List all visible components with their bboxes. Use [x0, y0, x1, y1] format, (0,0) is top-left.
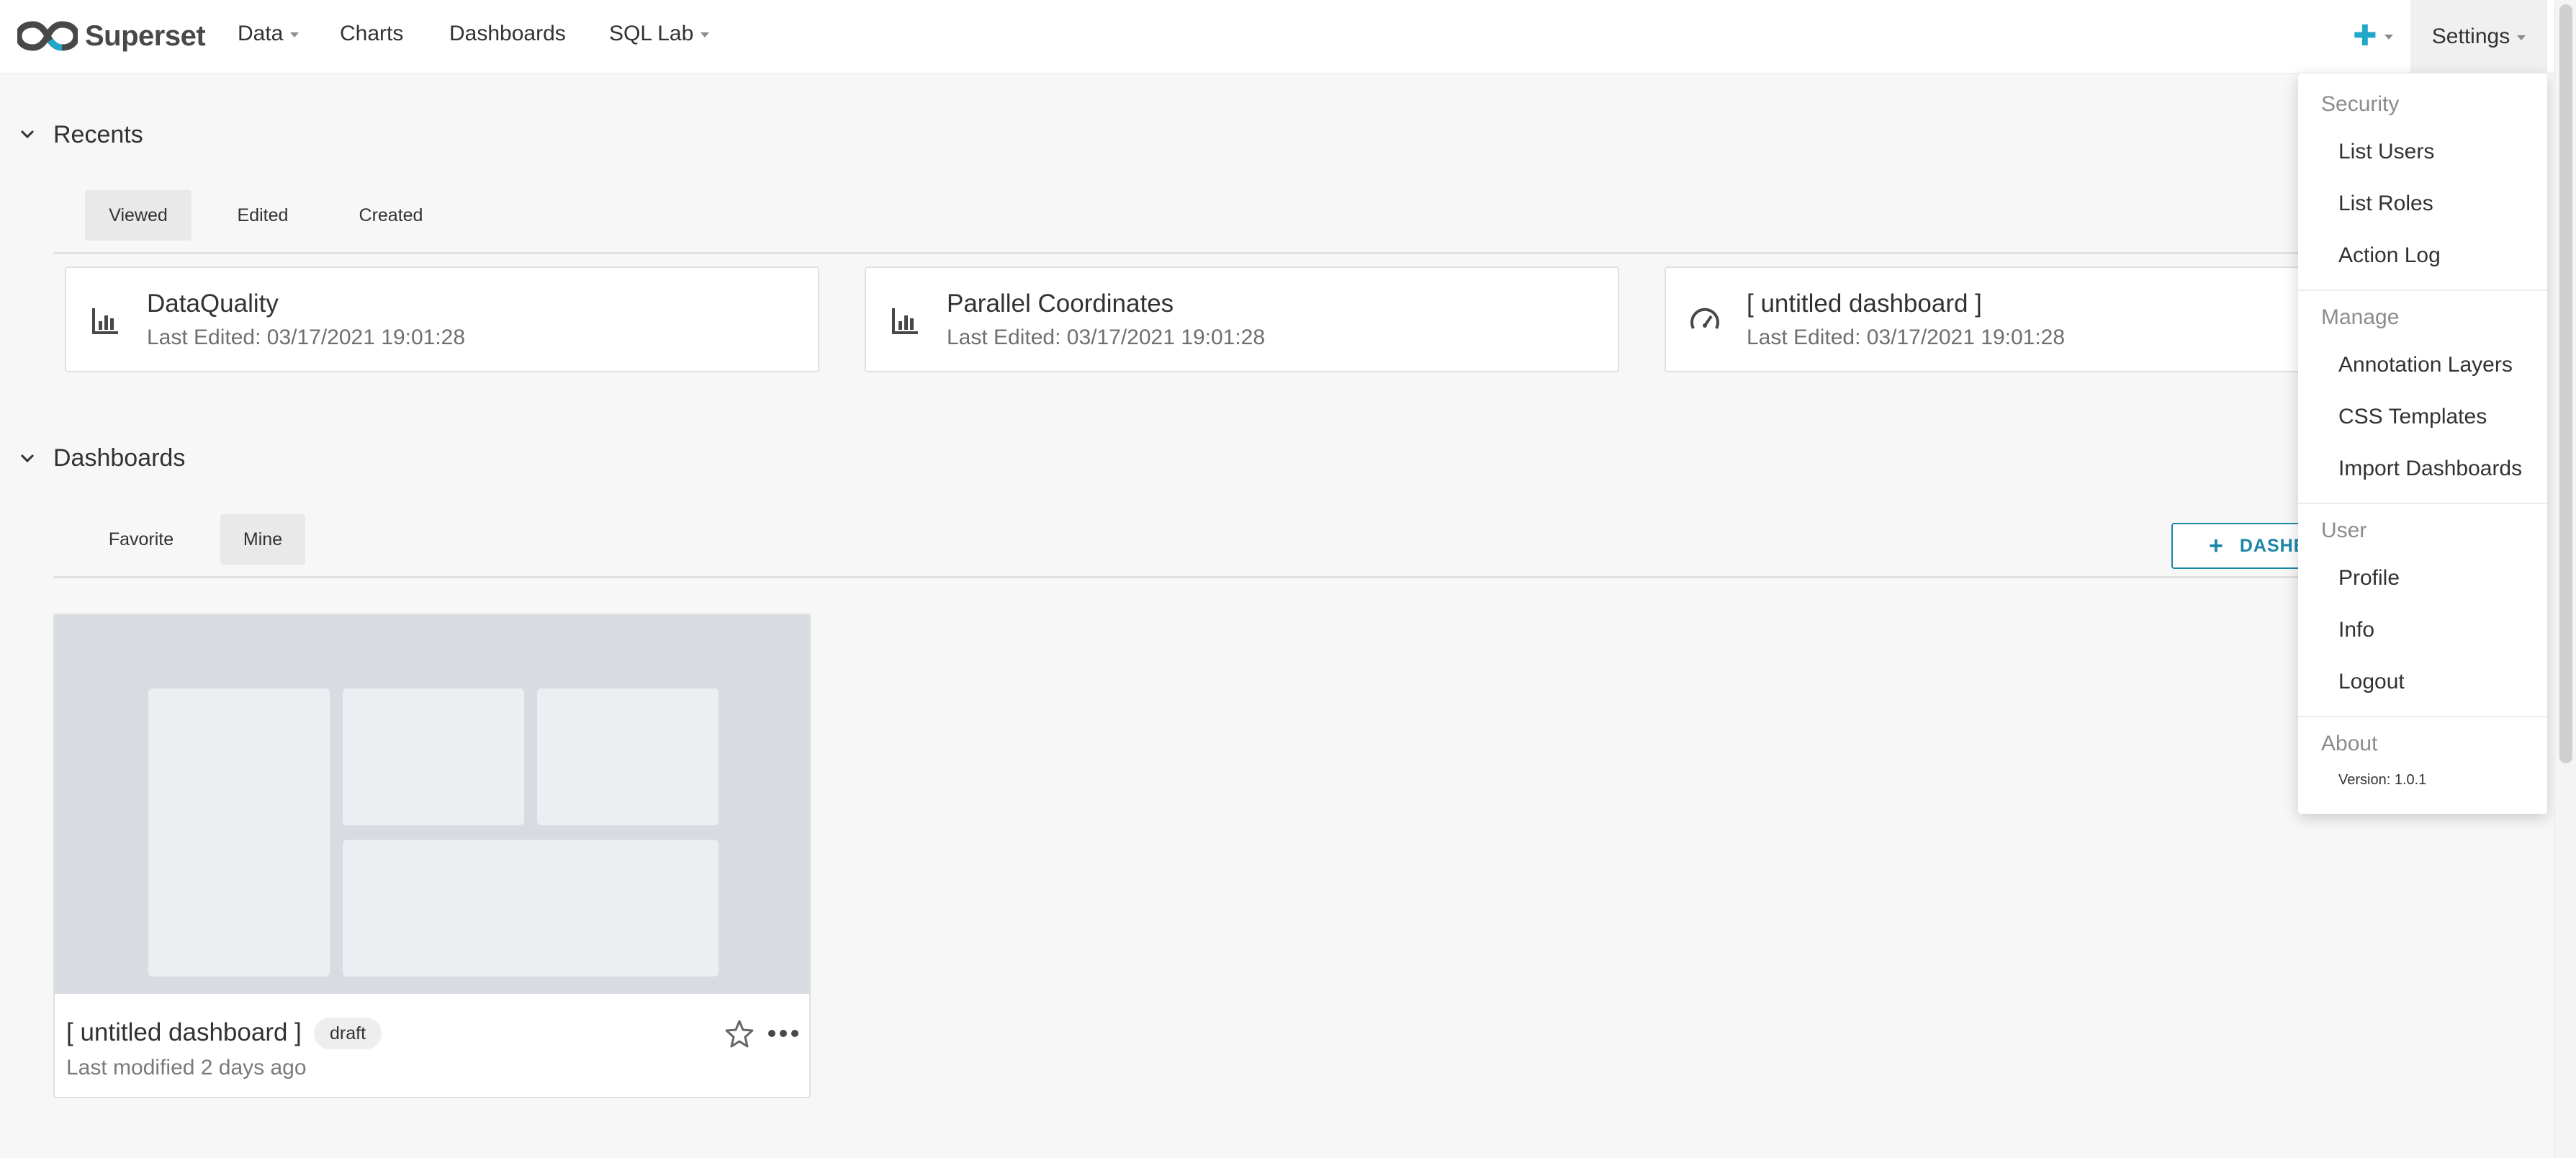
nav-sql-lab-label: SQL Lab [609, 22, 694, 45]
caret-down-icon [701, 32, 710, 37]
dashboard-card-title: [ untitled dashboard ] [66, 1018, 302, 1046]
menu-item-list-roles[interactable]: List Roles [2338, 192, 2433, 216]
tab-created[interactable]: Created [338, 190, 443, 241]
menu-item-logout[interactable]: Logout [2338, 670, 2405, 694]
chevron-down-icon[interactable] [17, 448, 37, 468]
recent-card-title: [ untitled dashboard ] [1747, 290, 1982, 318]
nav-data[interactable]: Data [238, 22, 300, 46]
caret-down-icon [290, 32, 300, 37]
menu-group-manage: Manage [2321, 305, 2400, 329]
vertical-scrollbar[interactable] [2554, 0, 2576, 1158]
nav-data-label: Data [238, 22, 284, 45]
chevron-down-icon[interactable] [17, 124, 37, 144]
tab-edited[interactable]: Edited [216, 190, 310, 241]
tab-favorite[interactable]: Favorite [85, 514, 197, 565]
menu-divider [2298, 716, 2547, 717]
menu-item-annotation-layers[interactable]: Annotation Layers [2338, 353, 2513, 377]
dashboard-gauge-icon [1690, 308, 1719, 329]
menu-item-profile[interactable]: Profile [2338, 566, 2400, 591]
star-icon[interactable] [724, 1018, 755, 1049]
menu-item-action-log[interactable]: Action Log [2338, 243, 2441, 268]
recent-card-subtitle: Last Edited: 03/17/2021 19:01:28 [947, 326, 1266, 349]
nav-charts-label: Charts [340, 22, 404, 45]
caret-down-icon [2517, 35, 2526, 40]
status-badge: draft [314, 1018, 382, 1049]
menu-divider [2298, 503, 2547, 504]
recent-card-subtitle: Last Edited: 03/17/2021 19:01:28 [147, 326, 466, 349]
superset-logo-icon [17, 21, 78, 51]
dashboard-thumbnail [55, 615, 809, 994]
brand-name: Superset [85, 19, 206, 52]
menu-group-user: User [2321, 519, 2367, 542]
recent-card-subtitle: Last Edited: 03/17/2021 19:01:28 [1747, 326, 2066, 349]
brand-logo[interactable]: Superset [17, 17, 206, 55]
caret-down-icon [2384, 34, 2393, 40]
nav-dashboards-label: Dashboards [449, 22, 566, 45]
more-options-icon[interactable] [766, 1023, 801, 1044]
bar-chart-icon [892, 308, 918, 334]
thumbnail-block [343, 840, 719, 977]
dashboards-title: Dashboards [53, 444, 186, 472]
dashboard-card-subtitle: Last modified 2 days ago [66, 1056, 307, 1080]
nav-sql-lab[interactable]: SQL Lab [609, 22, 710, 46]
tab-mine[interactable]: Mine [220, 514, 305, 565]
recent-card-title: Parallel Coordinates [947, 290, 1174, 318]
settings-menu-trigger[interactable]: Settings [2410, 0, 2547, 73]
plus-icon: + [2209, 531, 2224, 560]
thumbnail-block [343, 688, 524, 825]
recent-card-title: DataQuality [147, 290, 279, 318]
tab-viewed[interactable]: Viewed [85, 190, 192, 241]
recent-card-dataquality[interactable]: DataQuality Last Edited: 03/17/2021 19:0… [65, 266, 819, 372]
settings-dropdown: Security List Users List Roles Action Lo… [2298, 73, 2547, 814]
recent-card-parallel-coordinates[interactable]: Parallel Coordinates Last Edited: 03/17/… [865, 266, 1619, 372]
menu-group-security: Security [2321, 92, 2400, 116]
menu-item-css-templates[interactable]: CSS Templates [2338, 405, 2487, 429]
top-navbar: Superset Data Charts Dashboards SQL Lab … [0, 0, 2554, 73]
dashboards-divider [53, 576, 2328, 578]
bar-chart-icon [92, 308, 118, 334]
scrollbar-thumb[interactable] [2559, 4, 2572, 763]
thumbnail-block [537, 688, 719, 825]
recents-title: Recents [53, 121, 143, 148]
thumbnail-block [148, 688, 330, 977]
nav-charts[interactable]: Charts [340, 22, 403, 46]
recents-divider [53, 252, 2328, 254]
new-item-menu[interactable]: ✚ [2353, 22, 2393, 50]
settings-label: Settings [2431, 24, 2510, 48]
menu-group-about: About [2321, 732, 2378, 755]
nav-dashboards[interactable]: Dashboards [449, 22, 566, 46]
menu-divider [2298, 290, 2547, 291]
version-text: Version: 1.0.1 [2338, 772, 2427, 788]
dashboard-card[interactable]: [ untitled dashboard ] draft Last modifi… [53, 614, 811, 1098]
plus-icon: ✚ [2353, 20, 2377, 52]
menu-item-list-users[interactable]: List Users [2338, 140, 2434, 164]
superset-page: Superset Data Charts Dashboards SQL Lab … [0, 0, 2576, 1158]
menu-item-import-dashboards[interactable]: Import Dashboards [2338, 457, 2522, 481]
menu-item-info[interactable]: Info [2338, 618, 2374, 642]
